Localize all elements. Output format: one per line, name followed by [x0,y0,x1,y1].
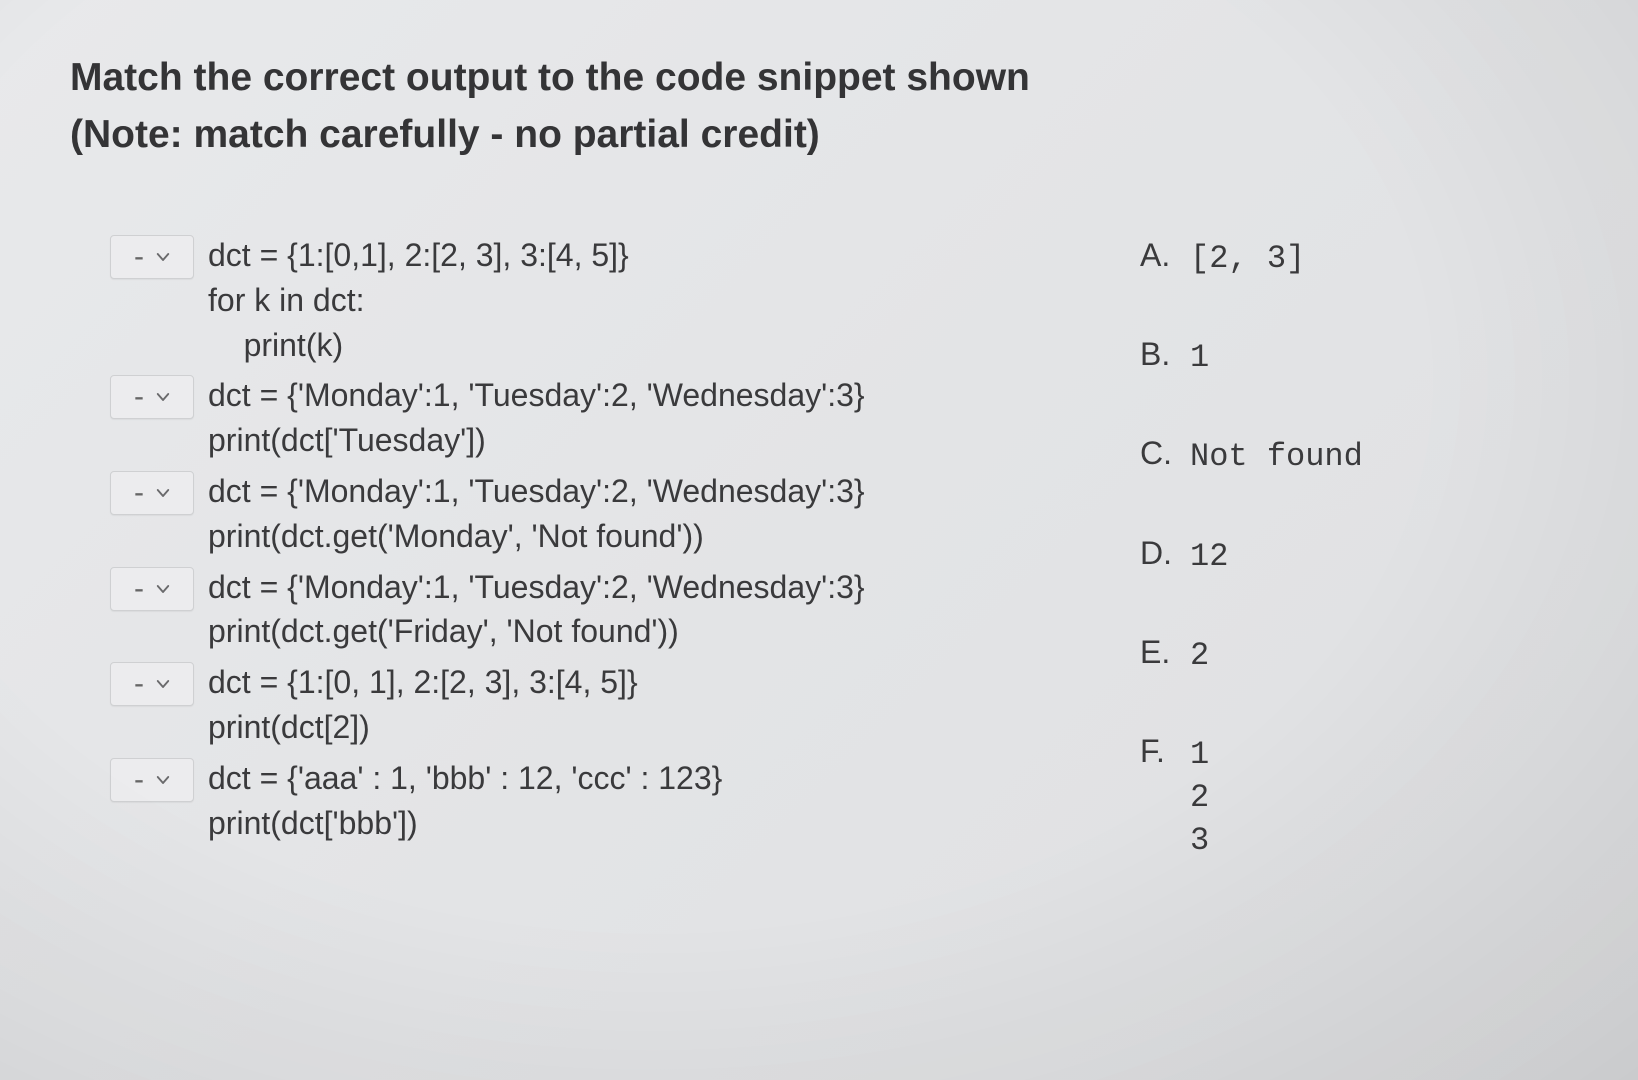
dropdown-value: - [134,669,144,699]
answer-letter: D. [1140,535,1180,572]
answers-column: A. [2, 3] B. 1 C. Not found D. 12 E. 2 F… [1120,233,1568,863]
answer-text: [2, 3] [1190,237,1305,280]
dropdown-value: - [134,478,144,508]
chevron-down-icon [154,771,172,789]
code-snippet-5: dct = {1:[0, 1], 2:[2, 3], 3:[4, 5]} pri… [208,660,638,750]
code-snippet-2: dct = {'Monday':1, 'Tuesday':2, 'Wednesd… [208,373,865,463]
page-container: Match the correct output to the code sni… [0,0,1638,903]
answer-letter: E. [1140,634,1180,671]
title-line-2: (Note: match carefully - no partial cred… [70,107,1568,164]
answer-text: 2 [1190,634,1209,677]
answer-letter: B. [1140,336,1180,373]
chevron-down-icon [154,388,172,406]
answer-dropdown-4[interactable]: - [110,567,194,611]
title-line-1: Match the correct output to the code sni… [70,50,1568,107]
dropdown-value: - [134,574,144,604]
chevron-down-icon [154,484,172,502]
question-item-5: - dct = {1:[0, 1], 2:[2, 3], 3:[4, 5]} p… [110,660,1080,750]
answer-text: 1 2 3 [1190,733,1209,863]
answer-letter: F. [1140,733,1180,770]
question-item-3: - dct = {'Monday':1, 'Tuesday':2, 'Wedne… [110,469,1080,559]
answer-text: 1 [1190,336,1209,379]
answer-option-c: C. Not found [1140,435,1568,478]
answer-dropdown-5[interactable]: - [110,662,194,706]
code-snippet-1: dct = {1:[0,1], 2:[2, 3], 3:[4, 5]} for … [208,233,629,367]
code-snippet-4: dct = {'Monday':1, 'Tuesday':2, 'Wednesd… [208,565,865,655]
answer-option-f: F. 1 2 3 [1140,733,1568,863]
answer-letter: A. [1140,237,1180,274]
questions-column: - dct = {1:[0,1], 2:[2, 3], 3:[4, 5]} fo… [70,233,1080,863]
answer-text: Not found [1190,435,1363,478]
chevron-down-icon [154,675,172,693]
answer-text: 12 [1190,535,1228,578]
answer-option-b: B. 1 [1140,336,1568,379]
dropdown-value: - [134,765,144,795]
question-item-4: - dct = {'Monday':1, 'Tuesday':2, 'Wedne… [110,565,1080,655]
answer-dropdown-1[interactable]: - [110,235,194,279]
dropdown-value: - [134,382,144,412]
answer-option-e: E. 2 [1140,634,1568,677]
question-item-1: - dct = {1:[0,1], 2:[2, 3], 3:[4, 5]} fo… [110,233,1080,367]
chevron-down-icon [154,580,172,598]
chevron-down-icon [154,248,172,266]
answer-dropdown-2[interactable]: - [110,375,194,419]
answer-letter: C. [1140,435,1180,472]
code-snippet-6: dct = {'aaa' : 1, 'bbb' : 12, 'ccc' : 12… [208,756,722,846]
question-item-6: - dct = {'aaa' : 1, 'bbb' : 12, 'ccc' : … [110,756,1080,846]
answer-dropdown-6[interactable]: - [110,758,194,802]
question-item-2: - dct = {'Monday':1, 'Tuesday':2, 'Wedne… [110,373,1080,463]
question-prompt: Match the correct output to the code sni… [70,50,1568,163]
code-snippet-3: dct = {'Monday':1, 'Tuesday':2, 'Wednesd… [208,469,865,559]
answer-dropdown-3[interactable]: - [110,471,194,515]
dropdown-value: - [134,242,144,272]
answer-option-d: D. 12 [1140,535,1568,578]
content-row: - dct = {1:[0,1], 2:[2, 3], 3:[4, 5]} fo… [70,233,1568,863]
answer-option-a: A. [2, 3] [1140,237,1568,280]
